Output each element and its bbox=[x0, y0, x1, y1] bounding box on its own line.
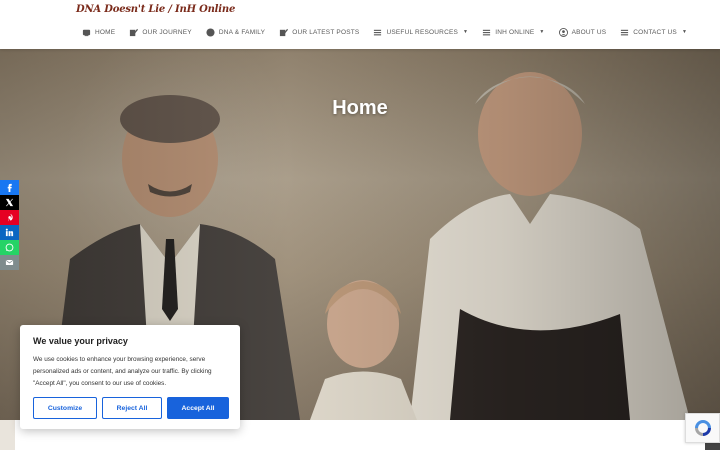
nav-item-about-us[interactable]: ABOUT US bbox=[558, 27, 607, 37]
reject-all-button[interactable]: Reject All bbox=[102, 397, 162, 419]
main-nav: HOME OUR JOURNEY DNA & FAMILY OUR LATEST… bbox=[82, 24, 687, 40]
whatsapp-icon bbox=[5, 243, 14, 252]
customize-button[interactable]: Customize bbox=[33, 397, 97, 419]
nav-item-inh-online[interactable]: INH ONLINE ▼ bbox=[482, 28, 544, 37]
pinterest-icon bbox=[8, 213, 13, 222]
scroll-to-top-button[interactable] bbox=[705, 443, 720, 450]
email-icon bbox=[5, 259, 14, 266]
cookie-actions: Customize Reject All Accept All bbox=[33, 397, 229, 419]
recaptcha-badge[interactable] bbox=[685, 413, 720, 443]
share-linkedin-button[interactable] bbox=[0, 225, 19, 240]
edit-icon bbox=[280, 28, 289, 36]
user-circle-icon bbox=[558, 27, 568, 37]
home-icon bbox=[82, 29, 91, 36]
nav-item-useful-resources[interactable]: USEFUL RESOURCES ▼ bbox=[373, 28, 468, 37]
nav-item-our-journey[interactable]: OUR JOURNEY bbox=[129, 28, 192, 37]
nav-item-contact-us[interactable]: CONTACT US ▼ bbox=[620, 28, 687, 37]
list-icon bbox=[483, 29, 491, 35]
cookie-title: We value your privacy bbox=[33, 336, 128, 346]
globe-icon bbox=[206, 27, 215, 37]
site-logo[interactable]: DNA Doesn't Lie / InH Online bbox=[76, 4, 235, 15]
share-whatsapp-button[interactable] bbox=[0, 240, 19, 255]
cookie-consent-banner: We value your privacy We use cookies to … bbox=[20, 325, 240, 429]
edit-icon bbox=[130, 28, 139, 36]
linkedin-icon bbox=[5, 228, 14, 237]
facebook-icon bbox=[7, 183, 12, 192]
share-pinterest-button[interactable] bbox=[0, 210, 19, 225]
accept-all-button[interactable]: Accept All bbox=[167, 397, 229, 419]
nav-item-dna-family[interactable]: DNA & FAMILY bbox=[206, 27, 265, 37]
nav-item-home[interactable]: HOME bbox=[82, 28, 115, 37]
share-email-button[interactable] bbox=[0, 255, 19, 270]
chevron-down-icon: ▼ bbox=[681, 29, 688, 35]
x-icon bbox=[5, 198, 14, 207]
chevron-down-icon: ▼ bbox=[463, 29, 469, 35]
cookie-description: We use cookies to enhance your browsing … bbox=[33, 356, 212, 387]
social-share-bar bbox=[0, 180, 19, 270]
page-title: Home bbox=[332, 97, 388, 119]
recaptcha-icon bbox=[694, 420, 711, 436]
nav-item-latest-posts[interactable]: OUR LATEST POSTS bbox=[279, 28, 359, 37]
site-header: DNA Doesn't Lie / InH Online HOME OUR JO… bbox=[0, 0, 720, 49]
chevron-down-icon: ▼ bbox=[539, 29, 545, 35]
list-icon bbox=[374, 29, 382, 35]
list-icon bbox=[621, 29, 629, 35]
share-facebook-button[interactable] bbox=[0, 180, 19, 195]
share-x-button[interactable] bbox=[0, 195, 19, 210]
